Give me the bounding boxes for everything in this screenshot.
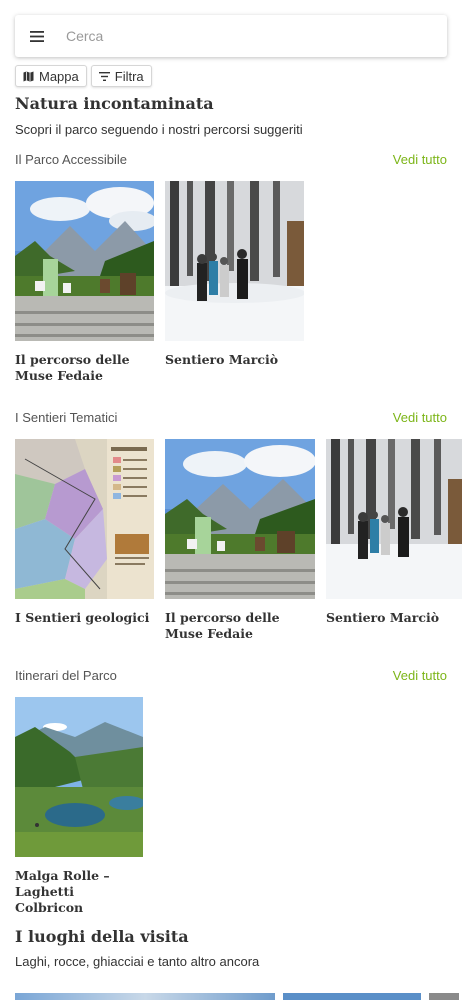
card-sentieri-geologici[interactable]: I Sentieri geologici bbox=[15, 439, 154, 626]
card-muse-fedaie[interactable]: Il percorso delle Muse Fedaie bbox=[15, 181, 154, 384]
places-card-image bbox=[283, 993, 421, 1000]
map-icon bbox=[23, 71, 34, 82]
search-input[interactable] bbox=[66, 28, 406, 44]
places-carousel[interactable] bbox=[15, 993, 459, 1000]
filter-chips: Mappa Filtra bbox=[15, 65, 152, 87]
card-image-sentiero-marcio bbox=[165, 181, 304, 341]
places-card-image bbox=[429, 993, 459, 1000]
card-image-sentieri-geologici bbox=[15, 439, 154, 599]
page-subtitle: Scopri il parco seguendo i nostri percor… bbox=[15, 122, 303, 137]
see-all-link-parco-accessibile[interactable]: Vedi tutto bbox=[393, 152, 447, 167]
places-subtitle: Laghi, rocce, ghiacciai e tanto altro an… bbox=[15, 954, 260, 969]
section-title-parco-accessibile: Il Parco Accessibile bbox=[15, 152, 127, 167]
card-image-muse-fedaie bbox=[15, 181, 154, 341]
card-image-sentiero-marcio-2 bbox=[326, 439, 462, 599]
page-title: Natura incontaminata bbox=[15, 94, 214, 113]
filter-button-label: Filtra bbox=[114, 68, 144, 84]
card-title-malga-rolle: Malga Rolle – Laghetti Colbricon bbox=[15, 868, 110, 915]
search-bar bbox=[15, 15, 447, 57]
places-card-image bbox=[15, 993, 275, 1000]
filter-button[interactable]: Filtra bbox=[90, 65, 152, 87]
card-muse-fedaie-2[interactable]: Il percorso delle Muse Fedaie bbox=[165, 439, 315, 642]
card-title-sentiero-marcio: Sentiero Marciò bbox=[165, 352, 279, 367]
map-button[interactable]: Mappa bbox=[15, 65, 87, 87]
card-sentiero-marcio-2[interactable]: Sentiero Marciò bbox=[326, 439, 462, 626]
section-title-itinerari: Itinerari del Parco bbox=[15, 668, 117, 683]
card-title-sentiero-marcio-2: Sentiero Marciò bbox=[326, 610, 440, 625]
card-title-sentieri-geologici: I Sentieri geologici bbox=[15, 610, 150, 625]
card-title-muse-fedaie-2: Il percorso delle Muse Fedaie bbox=[165, 610, 280, 641]
hamburger-icon[interactable] bbox=[15, 15, 59, 57]
card-title-muse-fedaie: Il percorso delle Muse Fedaie bbox=[15, 352, 130, 383]
section-title-sentieri-tematici: I Sentieri Tematici bbox=[15, 410, 118, 425]
see-all-link-sentieri-tematici[interactable]: Vedi tutto bbox=[393, 410, 447, 425]
card-image-muse-fedaie-2 bbox=[165, 439, 315, 599]
card-sentiero-marcio[interactable]: Sentiero Marciò bbox=[165, 181, 304, 368]
map-button-label: Mappa bbox=[39, 68, 79, 84]
card-image-malga-rolle bbox=[15, 697, 143, 857]
card-malga-rolle[interactable]: Malga Rolle – Laghetti Colbricon bbox=[15, 697, 143, 916]
places-title: I luoghi della visita bbox=[15, 927, 189, 946]
see-all-link-itinerari[interactable]: Vedi tutto bbox=[393, 668, 447, 683]
filter-icon bbox=[98, 71, 110, 81]
